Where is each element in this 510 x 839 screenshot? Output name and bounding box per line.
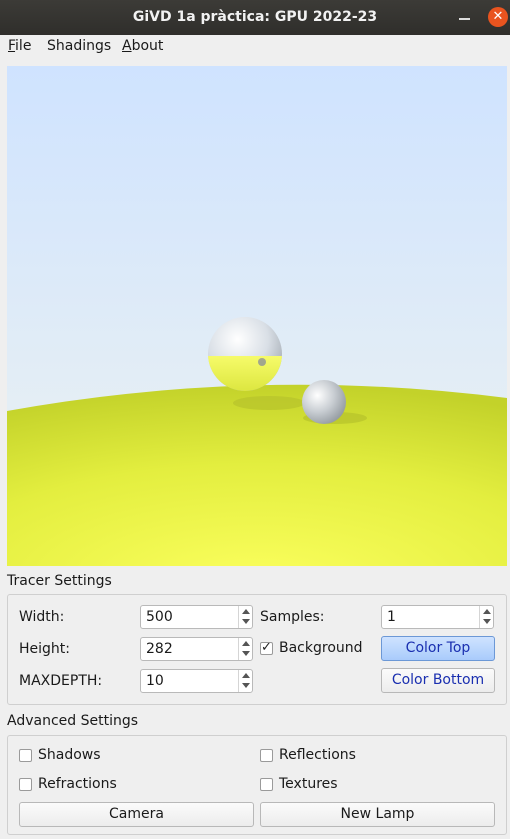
maxdepth-stepper[interactable]	[238, 670, 252, 692]
camera-button[interactable]: Camera	[19, 802, 254, 827]
height-value: 282	[146, 641, 173, 657]
width-label: Width:	[19, 609, 65, 625]
menu-file[interactable]: File	[8, 38, 31, 54]
menu-about-mnemonic: A	[122, 38, 132, 54]
ground-plane	[7, 384, 507, 566]
render-view	[7, 66, 507, 566]
menu-about[interactable]: About	[122, 38, 163, 54]
menu-file-label: ile	[15, 38, 32, 54]
menu-bar: File Shadings About	[0, 35, 510, 59]
textures-checkbox[interactable]	[260, 778, 273, 791]
minimize-button[interactable]	[456, 7, 474, 27]
title-bar: GiVD 1a pràctica: GPU 2022-23 ✕	[0, 0, 510, 35]
height-spinbox[interactable]: 282	[140, 637, 253, 661]
samples-label: Samples:	[260, 609, 325, 625]
maxdepth-label: MAXDEPTH:	[19, 673, 103, 689]
shadow-big	[233, 396, 305, 410]
width-value: 500	[146, 609, 173, 625]
menu-about-label: bout	[131, 38, 164, 54]
advanced-settings-title: Advanced Settings	[7, 713, 139, 729]
tracer-settings-title: Tracer Settings	[7, 573, 112, 589]
refractions-checkbox[interactable]	[19, 778, 32, 791]
shadows-checkbox[interactable]	[19, 749, 32, 762]
width-stepper[interactable]	[238, 606, 252, 628]
sphere-small	[302, 380, 346, 424]
close-button[interactable]: ✕	[488, 7, 508, 27]
samples-spinbox[interactable]: 1	[381, 605, 494, 629]
maxdepth-value: 10	[146, 673, 164, 689]
maxdepth-spinbox[interactable]: 10	[140, 669, 253, 693]
height-label: Height:	[19, 641, 70, 657]
reflections-checkbox[interactable]	[260, 749, 273, 762]
shadows-label: Shadows	[38, 747, 101, 763]
window-title: GiVD 1a pràctica: GPU 2022-23	[132, 9, 378, 25]
background-label: Background	[279, 640, 363, 656]
rendered-scene	[7, 66, 507, 566]
width-spinbox[interactable]: 500	[140, 605, 253, 629]
samples-value: 1	[387, 609, 396, 625]
refractions-label: Refractions	[38, 776, 117, 792]
new-lamp-button[interactable]: New Lamp	[260, 802, 495, 827]
color-bottom-button[interactable]: Color Bottom	[381, 668, 495, 693]
samples-stepper[interactable]	[479, 606, 493, 628]
close-icon: ✕	[492, 9, 504, 24]
reflections-label: Reflections	[279, 747, 356, 763]
background-checkbox[interactable]	[260, 640, 273, 655]
height-stepper[interactable]	[238, 638, 252, 660]
menu-shadings[interactable]: Shadings	[47, 38, 111, 54]
color-top-button[interactable]: Color Top	[381, 636, 495, 661]
menu-file-mnemonic: F	[8, 38, 16, 54]
textures-label: Textures	[279, 776, 338, 792]
